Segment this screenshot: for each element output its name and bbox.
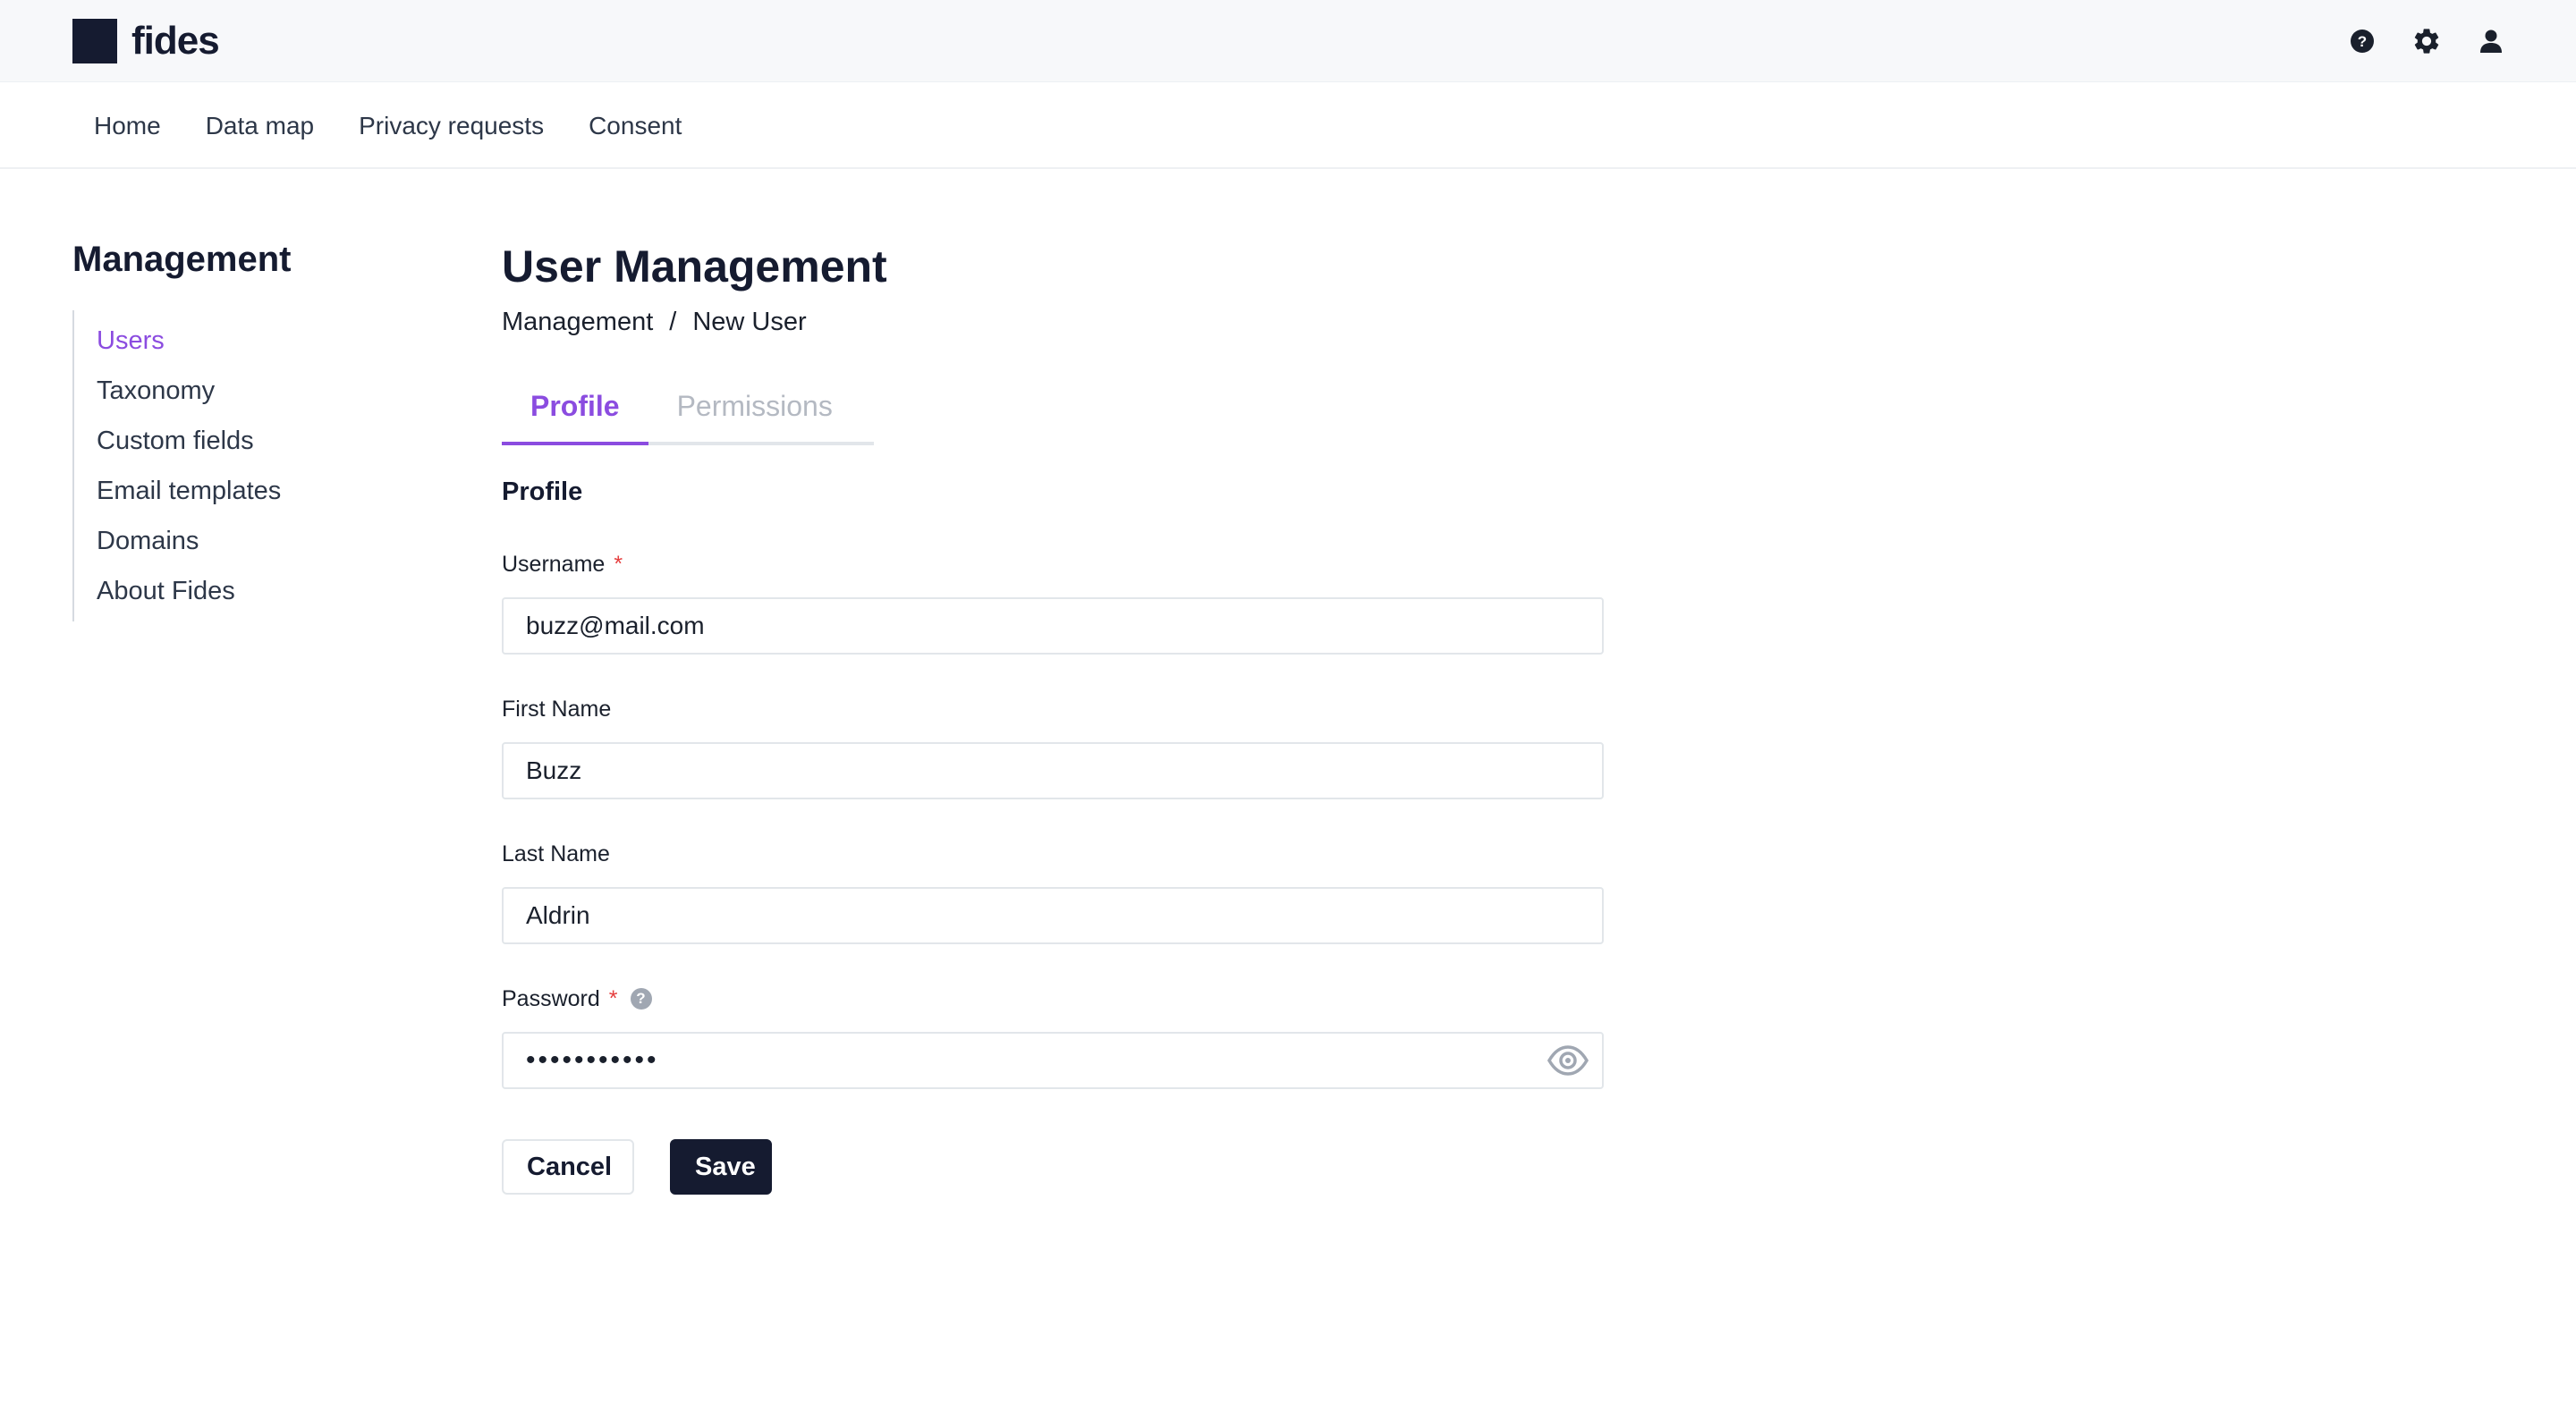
first-name-input[interactable] <box>504 744 1602 798</box>
header-icons: ? <box>2345 23 2508 59</box>
last-name-input-wrapper <box>502 887 1604 944</box>
last-name-label-text: Last Name <box>502 841 610 866</box>
main-nav: Home Data map Privacy requests Consent <box>0 82 2576 169</box>
settings-icon[interactable] <box>2410 24 2444 58</box>
sidebar-item-domains[interactable]: Domains <box>97 516 394 566</box>
required-mark: * <box>614 552 623 577</box>
password-input[interactable] <box>504 1034 1602 1087</box>
svg-text:?: ? <box>2358 33 2367 50</box>
breadcrumb: Management / New User <box>502 304 1611 340</box>
section-title-profile: Profile <box>502 477 583 506</box>
password-field-group: Password * ? <box>502 984 1611 1089</box>
username-input-wrapper <box>502 597 1604 655</box>
password-help-icon[interactable]: ? <box>630 988 652 1010</box>
last-name-field-group: Last Name <box>502 839 1611 944</box>
nav-item-privacy-requests[interactable]: Privacy requests <box>336 112 566 140</box>
user-icon[interactable] <box>2474 24 2508 58</box>
breadcrumb-current: New User <box>692 307 807 336</box>
sidebar-list: Users Taxonomy Custom fields Email templ… <box>72 310 394 621</box>
first-name-label: First Name <box>502 694 1611 724</box>
password-label: Password * ? <box>502 984 1611 1014</box>
tab-profile[interactable]: Profile <box>502 379 648 445</box>
page-title: User Management <box>502 241 887 291</box>
fides-logo[interactable]: fides <box>72 19 220 63</box>
main-content: User Management Management / New User Pr… <box>502 240 1611 1195</box>
logo-text: fides <box>131 19 220 63</box>
required-mark: * <box>608 986 618 1011</box>
password-input-wrapper <box>502 1032 1604 1089</box>
username-label-text: Username <box>502 552 606 577</box>
last-name-label: Last Name <box>502 839 1611 869</box>
sidebar-item-custom-fields[interactable]: Custom fields <box>97 416 394 466</box>
tab-list: Profile Permissions <box>502 379 874 445</box>
username-label: Username * <box>502 549 1611 579</box>
username-input[interactable] <box>504 599 1602 653</box>
sidebar: Management Users Taxonomy Custom fields … <box>72 240 394 621</box>
nav-item-consent[interactable]: Consent <box>566 112 704 140</box>
save-button[interactable]: Save <box>670 1139 772 1195</box>
cancel-button[interactable]: Cancel <box>502 1139 634 1195</box>
tab-permissions[interactable]: Permissions <box>648 379 861 445</box>
sidebar-item-taxonomy[interactable]: Taxonomy <box>97 366 394 416</box>
breadcrumb-separator: / <box>669 307 677 336</box>
password-label-text: Password <box>502 986 600 1011</box>
help-icon[interactable]: ? <box>2345 24 2379 58</box>
sidebar-item-email-templates[interactable]: Email templates <box>97 466 394 516</box>
sidebar-item-about-fides[interactable]: About Fides <box>97 566 394 616</box>
eye-icon[interactable] <box>1546 1044 1589 1077</box>
first-name-label-text: First Name <box>502 697 612 722</box>
username-field-group: Username * <box>502 549 1611 655</box>
sidebar-item-users[interactable]: Users <box>97 316 394 366</box>
top-bar: fides ? <box>0 0 2576 82</box>
nav-item-data-map[interactable]: Data map <box>183 112 336 140</box>
first-name-field-group: First Name <box>502 694 1611 799</box>
logo-mark-icon <box>72 19 117 63</box>
sidebar-title: Management <box>72 240 292 279</box>
form-actions: Cancel Save <box>502 1139 1611 1195</box>
first-name-input-wrapper <box>502 742 1604 799</box>
breadcrumb-management[interactable]: Management <box>502 308 653 337</box>
nav-item-home[interactable]: Home <box>72 112 183 140</box>
last-name-input[interactable] <box>504 889 1602 942</box>
